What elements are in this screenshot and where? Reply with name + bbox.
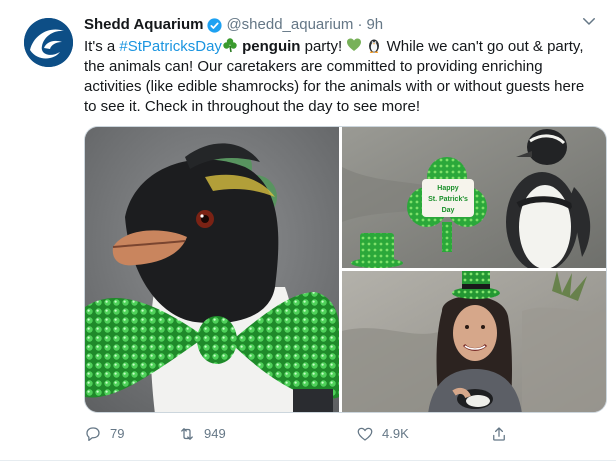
retweet-count: 949 <box>204 426 226 441</box>
photo-caretaker[interactable] <box>342 271 606 412</box>
display-name[interactable]: Shedd Aquarium <box>84 15 203 35</box>
shedd-logo-icon <box>24 18 73 67</box>
reply-icon <box>86 427 100 442</box>
chevron-down-icon[interactable] <box>580 12 602 34</box>
reply-button[interactable]: 79 <box>84 424 124 444</box>
tweet-text-intro: It's a <box>84 38 120 55</box>
separator: · <box>357 16 363 33</box>
share-button[interactable] <box>490 424 516 444</box>
green-heart-icon <box>346 37 362 53</box>
like-icon <box>357 427 373 441</box>
sign-line-1: Happy <box>437 185 459 192</box>
photo-penguin-sign[interactable]: Happy St. Patrick's Day <box>342 127 606 268</box>
tweet-text: It's a #StPatricksDay penguin party! Whi… <box>84 37 594 117</box>
bold-word: penguin <box>242 38 301 55</box>
tweet[interactable]: Shedd Aquarium @shedd_aquarium · 9h It's… <box>0 0 616 461</box>
penguin-icon <box>366 37 382 53</box>
like-button[interactable]: 4.9K <box>356 424 409 444</box>
photo-penguin-bowtie[interactable] <box>85 127 339 412</box>
reply-count: 79 <box>110 426 125 441</box>
user-handle[interactable]: @shedd_aquarium <box>226 15 353 35</box>
avatar[interactable] <box>24 18 73 67</box>
hashtag-link[interactable]: #StPatricksDay <box>119 38 222 55</box>
media-grid: Happy St. Patrick's Day <box>84 126 607 413</box>
share-icon <box>493 427 505 441</box>
tweet-actions: 79 949 4.9K <box>84 424 514 444</box>
tweet-header: Shedd Aquarium @shedd_aquarium · 9h <box>84 14 383 36</box>
timestamp[interactable]: 9h <box>366 15 383 35</box>
tweet-text-party: party! <box>300 38 347 55</box>
retweet-button[interactable]: 949 <box>178 424 226 444</box>
sign-line-3: Day <box>442 207 455 214</box>
sign-line-2: St. Patrick's <box>428 196 468 203</box>
like-count: 4.9K <box>382 426 409 441</box>
verified-icon <box>206 17 223 34</box>
shamrock-icon <box>222 37 238 53</box>
retweet-icon <box>181 428 193 440</box>
